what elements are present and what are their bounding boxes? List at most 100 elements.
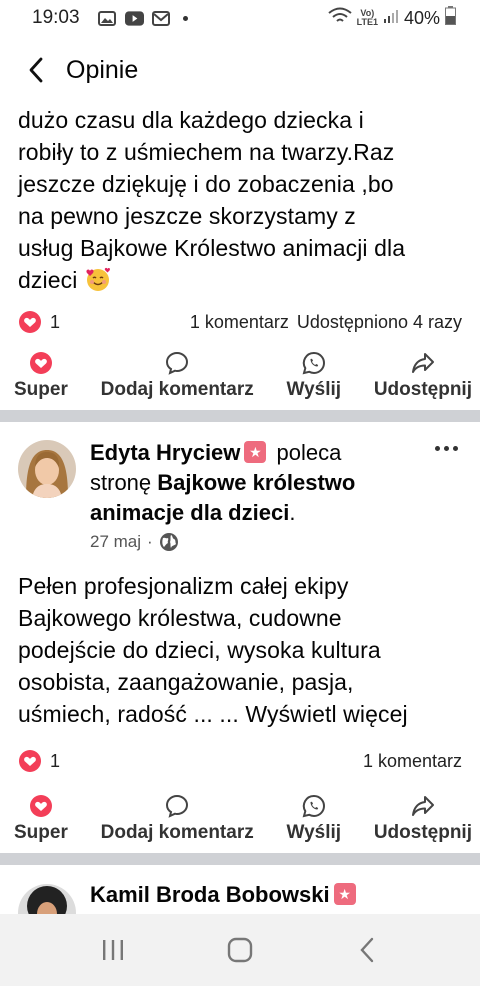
post-1-line: dużo czasu dla każdego dziecka i: [18, 107, 364, 133]
post-2-meta: Edyta Hryciew poleca stronę Bajkowe król…: [90, 438, 355, 552]
post-1-line: jeszcze dziękuję i do zobaczenia ,bo: [18, 171, 394, 197]
avatar[interactable]: [18, 884, 76, 914]
page-title: Opinie: [66, 55, 139, 84]
post-3: Kamil Broda Bobowski: [0, 880, 480, 914]
author-name[interactable]: Edyta Hryciew: [90, 440, 240, 465]
page-prefix: stronę: [90, 470, 152, 495]
super-button[interactable]: Super: [14, 794, 68, 844]
chevron-left-icon: [29, 57, 43, 83]
page-name-link[interactable]: Bajkowe królestwo: [157, 470, 355, 495]
post-2-line: Pełen profesjonalizm całej ekipy: [18, 573, 349, 599]
comment-icon: [166, 351, 189, 375]
super-label: Super: [14, 822, 68, 843]
post-2-actions: Super Dodaj komentarz Wyślij Udostępnij: [0, 794, 480, 844]
status-left: 19:03: [32, 7, 188, 29]
gallery-icon: [98, 10, 117, 26]
share-label: Udostępnij: [373, 379, 472, 400]
recent-apps-icon: [103, 940, 124, 960]
post-3-meta: Kamil Broda Bobowski: [90, 880, 360, 914]
post-2-line: osobista, zaangażowanie, pasja,: [18, 669, 354, 695]
send-button[interactable]: Wyślij: [286, 351, 341, 401]
recommend-badge-icon: [333, 883, 356, 905]
comment-label: Dodaj komentarz: [100, 822, 254, 843]
post-2-line: Bajkowego królestwa, cudowne: [18, 605, 342, 631]
post-2-line: podejście do dzieci, wysoka kultura: [18, 637, 381, 663]
system-nav-bar: [0, 914, 480, 986]
post-date-line: 27 maj ·: [90, 532, 355, 552]
home-icon: [227, 937, 253, 963]
post-2-header: Edyta Hryciew poleca stronę Bajkowe król…: [0, 438, 480, 552]
battery-icon: [445, 6, 456, 30]
whatsapp-icon: [302, 794, 325, 818]
youtube-icon: [124, 10, 144, 26]
globe-icon: [159, 533, 178, 551]
post-1-actions: Super Dodaj komentarz Wyślij Udostępnij: [0, 351, 480, 401]
post-2-page-line: stronę Bajkowe królestwo: [90, 468, 355, 498]
dot-icon: [453, 446, 458, 451]
post-1-line: na pewno jeszcze skorzystamy z: [18, 203, 356, 229]
post-date[interactable]: 27 maj: [90, 532, 141, 552]
comment-button[interactable]: Dodaj komentarz: [101, 794, 254, 844]
comment-count[interactable]: 1 komentarz: [190, 312, 289, 333]
post-1-line: usług Bajkowe Królestwo animacji dla: [18, 235, 406, 261]
back-nav-button[interactable]: [337, 920, 397, 980]
reaction-count[interactable]: 1: [50, 312, 60, 333]
post-2-line[interactable]: uśmiech, radość ... ... Wyświetl więcej: [18, 698, 462, 730]
more-options-button[interactable]: [431, 442, 462, 455]
mail-icon: [152, 10, 171, 26]
post-1-stats: 1 1 komentarz Udostępniono 4 razy: [0, 308, 480, 336]
comment-icon: [166, 794, 189, 818]
recommend-badge-icon: [244, 441, 267, 463]
post-2-stats: 1 1 komentarz: [0, 747, 480, 775]
post-2-page-line-2: animacje dla dzieci.: [90, 500, 296, 525]
share-icon: [411, 796, 434, 816]
back-icon: [360, 937, 373, 963]
post-3-header: Kamil Broda Bobowski: [0, 880, 480, 914]
send-button[interactable]: Wyślij: [286, 794, 341, 844]
wifi-icon: [327, 7, 352, 30]
love-reaction-icon: [19, 750, 41, 772]
share-button[interactable]: Udostępnij: [374, 351, 472, 401]
love-icon: [29, 795, 52, 817]
love-icon: [29, 352, 52, 374]
app-header: Opinie: [0, 40, 480, 100]
status-time: 19:03: [32, 7, 80, 28]
super-label: Super: [14, 379, 68, 400]
post-1-line: robiły to z uśmiechem na twarzy.Raz: [18, 139, 395, 165]
send-label: Wyślij: [286, 379, 342, 400]
author-name[interactable]: Kamil Broda Bobowski: [90, 882, 330, 907]
share-button[interactable]: Udostępnij: [374, 794, 472, 844]
send-label: Wyślij: [286, 822, 342, 843]
post-3-author-line: Kamil Broda Bobowski: [90, 880, 360, 910]
signal-icon: [383, 8, 399, 29]
post-1-line: dzieci: [18, 267, 78, 293]
super-button[interactable]: Super: [14, 351, 68, 401]
dot-icon: [435, 446, 440, 451]
recent-apps-button[interactable]: [83, 920, 143, 980]
avatar[interactable]: [18, 440, 76, 498]
whatsapp-icon: [302, 351, 325, 375]
smiling-face-with-hearts-icon: [86, 267, 110, 291]
post-1-line-last: dzieci: [18, 264, 462, 296]
dot-icon: [444, 446, 449, 451]
post-1-text: dużo czasu dla każdego dziecka i robiły …: [0, 104, 480, 296]
notification-dot-icon: [182, 15, 188, 21]
post-1: dużo czasu dla każdego dziecka i robiły …: [0, 104, 480, 296]
reaction-count[interactable]: 1: [50, 751, 60, 772]
home-button[interactable]: [210, 920, 270, 980]
share-label: Udostępnij: [373, 822, 472, 843]
back-button[interactable]: [6, 40, 66, 100]
post-separator: [0, 410, 480, 422]
share-icon: [411, 353, 434, 373]
lte-icon: Vo) LTE1: [356, 8, 378, 27]
share-count[interactable]: Udostępniono 4 razy: [297, 312, 462, 333]
post-2-author-line: Edyta Hryciew poleca: [90, 438, 355, 468]
post-separator: [0, 853, 480, 865]
comment-count[interactable]: 1 komentarz: [363, 751, 462, 772]
status-bar: 19:03 Vo) LTE1 40%: [0, 0, 480, 36]
status-right: Vo) LTE1 40%: [327, 6, 456, 30]
page-name-link[interactable]: animacje dla dzieci: [90, 500, 289, 525]
battery-percent: 40%: [403, 7, 440, 28]
comment-button[interactable]: Dodaj komentarz: [101, 351, 254, 401]
post-2-text: Pełen profesjonalizm całej ekipy Bajkowe…: [0, 570, 480, 730]
